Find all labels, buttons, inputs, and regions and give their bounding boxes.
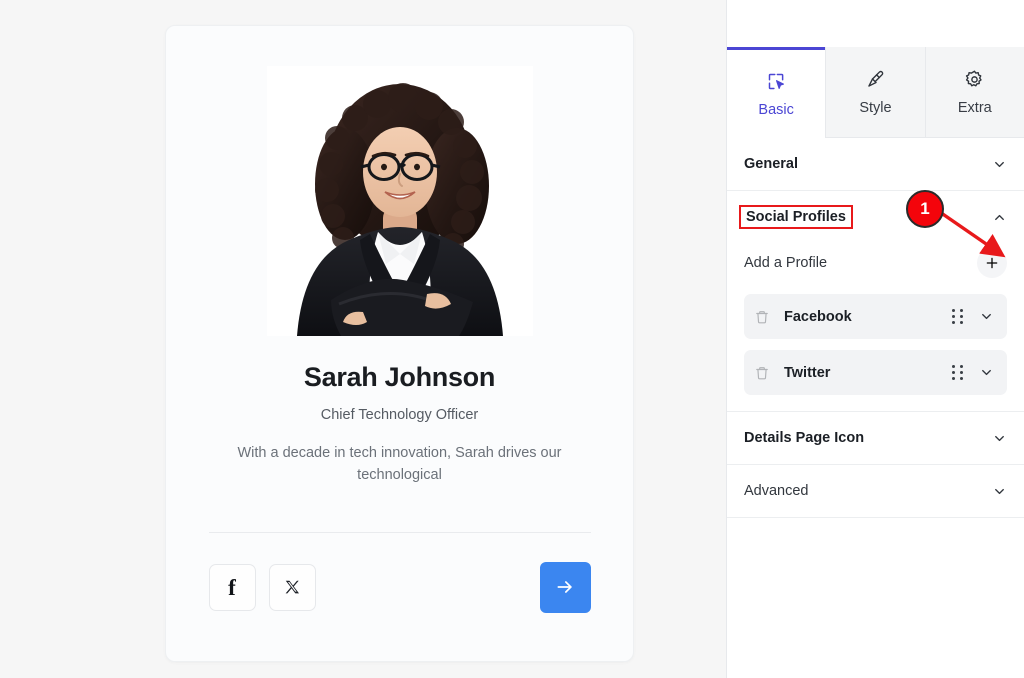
profile-item-twitter[interactable]: Twitter bbox=[744, 350, 1007, 395]
section-details-page-icon-title: Details Page Icon bbox=[744, 430, 865, 446]
panel-tabs: Basic Style Extra bbox=[727, 47, 1024, 138]
drag-handle-icon[interactable] bbox=[952, 309, 963, 324]
chevron-down-icon[interactable] bbox=[992, 484, 1007, 499]
profile-item-facebook-label: Facebook bbox=[784, 308, 852, 325]
team-member-card: Sarah Johnson Chief Technology Officer W… bbox=[165, 25, 634, 662]
profile-item-facebook[interactable]: Facebook bbox=[744, 294, 1007, 339]
plus-icon bbox=[986, 257, 998, 269]
facebook-icon: f bbox=[228, 574, 236, 600]
section-general-header[interactable]: General bbox=[727, 138, 1024, 190]
trash-icon[interactable] bbox=[755, 310, 772, 324]
settings-panel: Basic Style Extra General Social Profile… bbox=[726, 0, 1024, 678]
twitter-social-button[interactable] bbox=[268, 563, 316, 611]
section-social-profiles-header[interactable]: Social Profiles bbox=[727, 191, 1024, 243]
tab-extra-label: Extra bbox=[957, 99, 992, 116]
gear-icon bbox=[964, 69, 985, 91]
section-details-page-icon-header[interactable]: Details Page Icon bbox=[727, 412, 1024, 464]
chevron-down-icon[interactable] bbox=[979, 309, 994, 324]
tab-basic-label: Basic bbox=[758, 101, 794, 118]
member-photo bbox=[266, 66, 533, 336]
section-social-profiles: Social Profiles Add a Profile Facebook T… bbox=[727, 191, 1024, 412]
add-profile-label: Add a Profile bbox=[744, 255, 828, 271]
preview-canvas: Sarah Johnson Chief Technology Officer W… bbox=[0, 0, 726, 678]
facebook-social-button[interactable]: f bbox=[208, 563, 256, 611]
social-button-group: f bbox=[208, 563, 316, 611]
chevron-up-icon[interactable] bbox=[992, 210, 1007, 225]
section-advanced-title: Advanced bbox=[744, 483, 809, 499]
cursor-select-icon bbox=[766, 71, 787, 93]
trash-icon[interactable] bbox=[755, 366, 772, 380]
section-advanced: Advanced bbox=[727, 465, 1024, 518]
tab-style[interactable]: Style bbox=[825, 47, 925, 138]
card-divider bbox=[208, 531, 591, 533]
member-bio: With a decade in tech innovation, Sarah … bbox=[237, 445, 562, 484]
app-root: Sarah Johnson Chief Technology Officer W… bbox=[0, 0, 1024, 678]
panel-top-spacer bbox=[727, 0, 1024, 47]
paintbrush-icon bbox=[865, 69, 886, 91]
card-actions: f bbox=[208, 561, 591, 613]
section-general: General bbox=[727, 138, 1024, 191]
member-role: Chief Technology Officer bbox=[320, 407, 479, 423]
section-general-title: General bbox=[744, 156, 798, 172]
drag-handle-icon[interactable] bbox=[952, 365, 963, 380]
section-details-page-icon: Details Page Icon bbox=[727, 412, 1024, 465]
twitter-x-icon bbox=[285, 580, 299, 594]
tab-basic[interactable]: Basic bbox=[727, 47, 826, 138]
chevron-down-icon[interactable] bbox=[992, 431, 1007, 446]
profile-item-twitter-label: Twitter bbox=[784, 364, 831, 381]
add-profile-plus-button[interactable] bbox=[977, 248, 1007, 278]
arrow-right-icon bbox=[557, 581, 572, 594]
member-name: Sarah Johnson bbox=[303, 362, 496, 392]
next-arrow-button[interactable] bbox=[539, 561, 591, 613]
section-social-profiles-body: Add a Profile Facebook Twitter bbox=[727, 243, 1024, 411]
tab-extra[interactable]: Extra bbox=[924, 47, 1024, 138]
chevron-down-icon[interactable] bbox=[979, 365, 994, 380]
add-profile-row: Add a Profile bbox=[744, 243, 1007, 283]
chevron-down-icon[interactable] bbox=[992, 157, 1007, 172]
section-social-profiles-title: Social Profiles bbox=[739, 204, 853, 230]
tab-style-label: Style bbox=[859, 99, 892, 116]
annotation-badge-1: 1 bbox=[906, 190, 944, 228]
section-advanced-header[interactable]: Advanced bbox=[727, 465, 1024, 517]
